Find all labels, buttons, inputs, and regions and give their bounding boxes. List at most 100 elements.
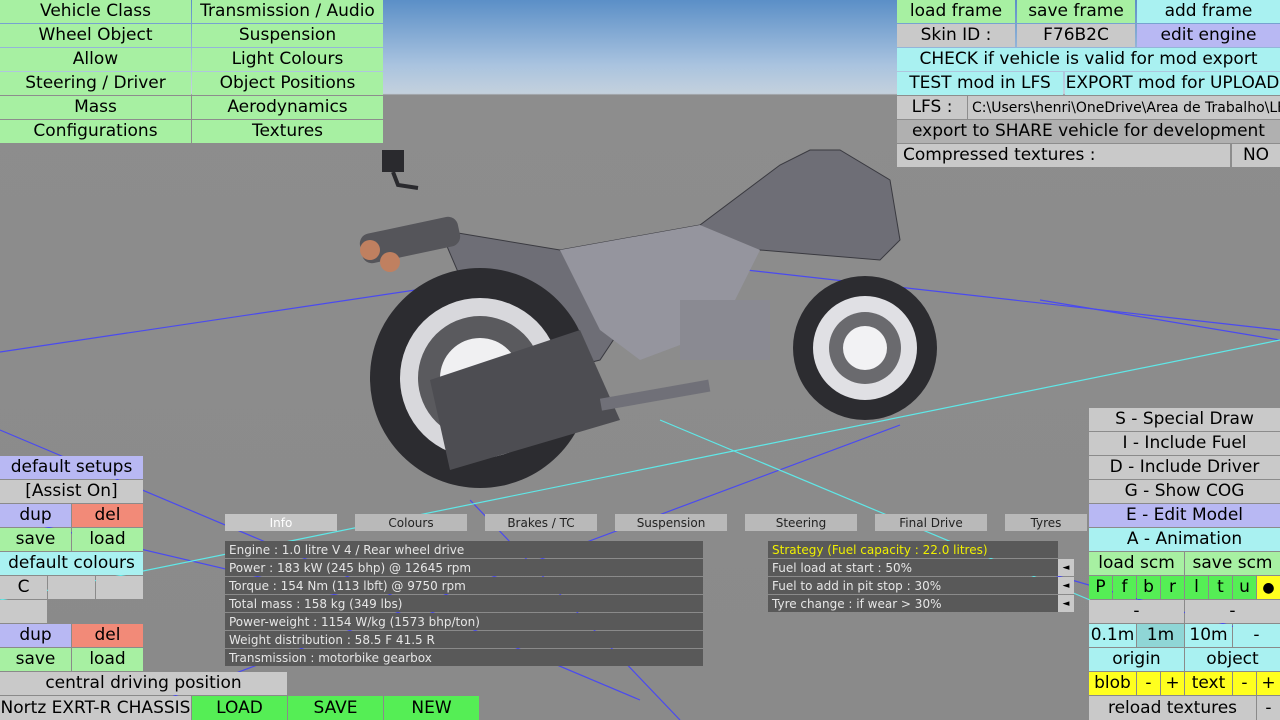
reload-minus-button[interactable]: - <box>1257 696 1280 720</box>
view-toggle-b[interactable]: b <box>1137 576 1160 599</box>
strategy-line: Fuel load at start : 50% <box>768 559 1058 576</box>
menu-object-positions[interactable]: Object Positions <box>192 72 383 95</box>
colour-slot-2[interactable] <box>48 576 95 599</box>
assist-toggle[interactable]: [Assist On] <box>0 480 143 503</box>
export-share-button[interactable]: export to SHARE vehicle for development <box>897 120 1280 143</box>
text-minus-button[interactable]: - <box>1233 672 1256 695</box>
info-line: Torque : 154 Nm (113 lbft) @ 9750 rpm <box>225 577 703 594</box>
view-toggle-P[interactable]: P <box>1089 576 1112 599</box>
strategy-title: Strategy (Fuel capacity : 22.0 litres) <box>768 541 1058 558</box>
menu-wheel-object[interactable]: Wheel Object <box>0 24 191 47</box>
menu-vehicle-class[interactable]: Vehicle Class <box>0 0 191 23</box>
add-frame-button[interactable]: add frame <box>1137 0 1280 23</box>
strategy-decrease-arrow-icon[interactable]: ◄ <box>1058 595 1074 612</box>
menu-aerodynamics[interactable]: Aerodynamics <box>192 96 383 119</box>
menu-suspension[interactable]: Suspension <box>192 24 383 47</box>
new-vehicle-button[interactable]: NEW <box>384 696 479 720</box>
menu-mass[interactable]: Mass <box>0 96 191 119</box>
include-fuel-button[interactable]: I - Include Fuel <box>1089 432 1280 455</box>
colour-del-button[interactable]: del <box>72 624 143 647</box>
save-frame-button[interactable]: save frame <box>1017 0 1135 23</box>
special-draw-button[interactable]: S - Special Draw <box>1089 408 1280 431</box>
text-plus-button[interactable]: + <box>1257 672 1280 695</box>
tab-brakes-tc[interactable]: Brakes / TC <box>485 514 597 531</box>
menu-transmission-audio[interactable]: Transmission / Audio <box>192 0 383 23</box>
view-toggle-l[interactable]: l <box>1185 576 1208 599</box>
colour-slot-c[interactable]: C <box>0 576 47 599</box>
tab-final-drive[interactable]: Final Drive <box>875 514 987 531</box>
origin-button[interactable]: origin <box>1089 648 1184 671</box>
info-line: Power : 183 kW (245 bhp) @ 12645 rpm <box>225 559 703 576</box>
motorbike-model <box>359 149 937 488</box>
reload-textures-button[interactable]: reload textures <box>1089 696 1256 720</box>
text-button[interactable]: text <box>1185 672 1232 695</box>
colour-slot-4[interactable] <box>0 600 47 623</box>
step-1m-button[interactable]: 1m <box>1137 624 1184 647</box>
export-mod-button[interactable]: EXPORT mod for UPLOAD <box>1065 72 1280 95</box>
tab-steering[interactable]: Steering <box>745 514 857 531</box>
view-toggle-f[interactable]: f <box>1113 576 1136 599</box>
menu-configurations[interactable]: Configurations <box>0 120 191 143</box>
tab-colours[interactable]: Colours <box>355 514 467 531</box>
minus-left-button[interactable]: - <box>1089 600 1184 623</box>
default-setups-button[interactable]: default setups <box>0 456 143 479</box>
setup-save-button[interactable]: save <box>0 528 71 551</box>
menu-textures[interactable]: Textures <box>192 120 383 143</box>
strategy-line: Fuel to add in pit stop : 30% <box>768 577 1058 594</box>
dot-toggle[interactable]: ● <box>1257 576 1280 599</box>
include-driver-button[interactable]: D - Include Driver <box>1089 456 1280 479</box>
load-vehicle-button[interactable]: LOAD <box>192 696 287 720</box>
colour-dup-button[interactable]: dup <box>0 624 71 647</box>
setup-del-button[interactable]: del <box>72 504 143 527</box>
skin-id-label: Skin ID : <box>897 24 1015 47</box>
skin-id-value[interactable]: F76B2C <box>1017 24 1135 47</box>
animation-button[interactable]: A - Animation <box>1089 528 1280 551</box>
colour-load-button[interactable]: load <box>72 648 143 671</box>
edit-engine-button[interactable]: edit engine <box>1137 24 1280 47</box>
tab-tyres[interactable]: Tyres <box>1005 514 1087 531</box>
load-scm-button[interactable]: load scm <box>1089 552 1184 575</box>
strategy-line: Tyre change : if wear > 30% <box>768 595 1058 612</box>
save-scm-button[interactable]: save scm <box>1185 552 1280 575</box>
info-line: Power-weight : 1154 W/kg (1573 bhp/ton) <box>225 613 703 630</box>
load-frame-button[interactable]: load frame <box>897 0 1015 23</box>
view-toggle-r[interactable]: r <box>1161 576 1184 599</box>
minus-right-button[interactable]: - <box>1185 600 1280 623</box>
central-driving-position-button[interactable]: central driving position <box>0 672 287 695</box>
step-10m-button[interactable]: 10m <box>1185 624 1232 647</box>
check-vehicle-button[interactable]: CHECK if vehicle is valid for mod export <box>897 48 1280 71</box>
menu-light-colours[interactable]: Light Colours <box>192 48 383 71</box>
edit-model-button[interactable]: E - Edit Model <box>1089 504 1280 527</box>
strategy-decrease-arrow-icon[interactable]: ◄ <box>1058 577 1074 594</box>
default-colours-button[interactable]: default colours <box>0 552 143 575</box>
show-cog-button[interactable]: G - Show COG <box>1089 480 1280 503</box>
compressed-textures-label: Compressed textures : <box>897 144 1230 167</box>
test-mod-button[interactable]: TEST mod in LFS <box>897 72 1063 95</box>
info-line: Engine : 1.0 litre V 4 / Rear wheel driv… <box>225 541 703 558</box>
menu-allow[interactable]: Allow <box>0 48 191 71</box>
chassis-name: Nortz EXRT-R CHASSIS <box>0 696 191 720</box>
colour-slot-3[interactable] <box>96 576 143 599</box>
strategy-decrease-arrow-icon[interactable]: ◄ <box>1058 559 1074 576</box>
blob-plus-button[interactable]: + <box>1161 672 1184 695</box>
blob-button[interactable]: blob <box>1089 672 1136 695</box>
info-line: Total mass : 158 kg (349 lbs) <box>225 595 703 612</box>
colour-save-button[interactable]: save <box>0 648 71 671</box>
blob-minus-button[interactable]: - <box>1137 672 1160 695</box>
object-button[interactable]: object <box>1185 648 1280 671</box>
lfs-path-field[interactable]: C:\Users\henri\OneDrive\Area de Trabalho… <box>968 96 1280 119</box>
compressed-textures-toggle[interactable]: NO <box>1232 144 1280 167</box>
lfs-path-label: LFS : <box>897 96 967 119</box>
setup-load-button[interactable]: load <box>72 528 143 551</box>
step-0-1m-button[interactable]: 0.1m <box>1089 624 1136 647</box>
menu-steering-driver[interactable]: Steering / Driver <box>0 72 191 95</box>
setup-dup-button[interactable]: dup <box>0 504 71 527</box>
info-line: Transmission : motorbike gearbox <box>225 649 703 666</box>
view-toggle-t[interactable]: t <box>1209 576 1232 599</box>
view-toggle-u[interactable]: u <box>1233 576 1256 599</box>
tab-suspension[interactable]: Suspension <box>615 514 727 531</box>
save-vehicle-button[interactable]: SAVE <box>288 696 383 720</box>
step-minus-button[interactable]: - <box>1233 624 1280 647</box>
info-line: Weight distribution : 58.5 F 41.5 R <box>225 631 703 648</box>
tab-info[interactable]: Info <box>225 514 337 531</box>
